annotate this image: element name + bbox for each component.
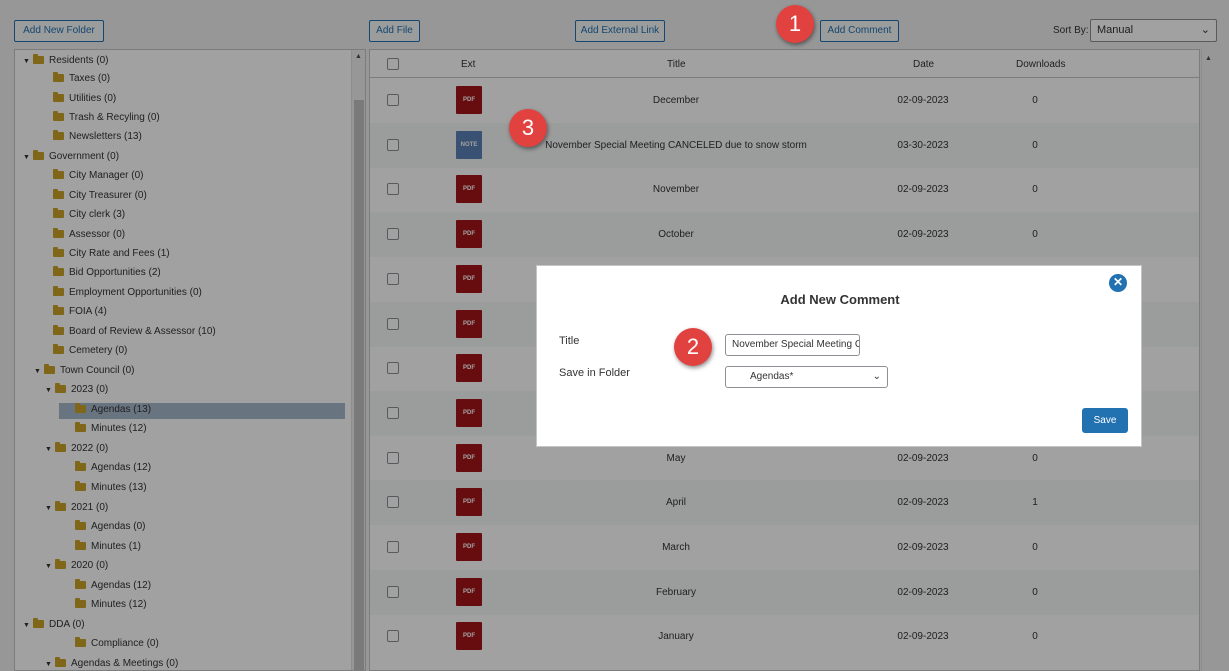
save-button[interactable]: Save — [1082, 408, 1128, 433]
modal-title: Add New Comment — [780, 292, 900, 307]
folder-select-value: Agendas* — [750, 371, 794, 382]
step-callout-1: 1 — [776, 5, 814, 43]
title-label: Title — [559, 335, 580, 347]
chevron-down-icon: ⌄ — [872, 371, 881, 382]
comment-title-input[interactable]: November Special Meeting CANCELED due to… — [725, 334, 860, 356]
step-callout-3: 3 — [509, 109, 547, 147]
save-in-folder-label: Save in Folder — [559, 367, 630, 379]
add-comment-modal: Add New Comment ✕ Title November Special… — [536, 265, 1142, 447]
folder-select[interactable]: Agendas* ⌄ — [725, 366, 888, 388]
close-icon[interactable]: ✕ — [1109, 274, 1127, 292]
step-callout-2: 2 — [674, 328, 712, 366]
